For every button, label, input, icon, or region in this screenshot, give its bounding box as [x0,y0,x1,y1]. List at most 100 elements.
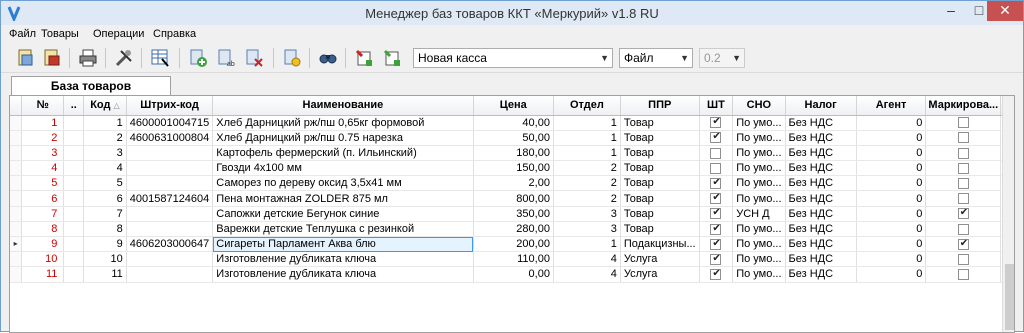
col-header-sno[interactable]: СНО [732,96,786,116]
cell-name[interactable]: Изготовление дубликата ключа [212,266,474,283]
table-row[interactable]: 11 11 Изготовление дубликата ключа 0,00 4 Усл… [10,266,1014,283]
cell-department[interactable]: 2 [553,190,621,207]
cell-ppr[interactable]: Товар [620,175,700,192]
checkbox-unchecked[interactable] [710,147,722,159]
export-icon[interactable] [353,47,375,69]
cell-ppr[interactable]: Услуга [620,251,700,268]
col-header-number[interactable]: № [21,96,65,116]
cell-barcode[interactable]: 4600631000804 [126,130,214,146]
cell-piece[interactable] [699,266,734,283]
cell-piece[interactable] [699,115,734,131]
cell-number[interactable]: 7 [21,206,65,222]
cell-marking[interactable] [925,160,1002,177]
cell-tax[interactable]: Без НДС [785,145,857,162]
menu-operations[interactable]: Операции [93,28,144,40]
cell-department[interactable]: 3 [553,221,621,238]
cell-sno[interactable]: По умо... [732,145,786,162]
table-row[interactable]: 8 8 Варежки детские Теплушка с резинкой 280… [10,221,1014,238]
cell-marking[interactable] [925,251,1002,268]
cell-department[interactable]: 1 [553,145,621,162]
cell-dots[interactable] [63,251,85,268]
cell-agent[interactable]: 0 [856,206,927,222]
row-indicator[interactable]: ▸ [10,236,23,253]
cell-price[interactable]: 280,00 [473,221,554,238]
add-item-icon[interactable] [187,47,209,69]
cell-ppr[interactable]: Товар [620,221,700,238]
cell-barcode[interactable] [126,145,214,162]
row-indicator[interactable] [10,221,23,238]
cell-agent[interactable]: 0 [856,160,927,177]
table-row[interactable]: 1 1 4600001004715 Хлеб Дарницкий рж/пш 0,65… [10,115,1014,131]
cell-name[interactable]: Сапожки детские Бегунок синие [212,206,474,222]
device-select[interactable]: Новая касса ▼ [413,48,613,68]
cell-dots[interactable] [63,236,85,253]
print-icon[interactable] [77,47,99,69]
cell-name[interactable]: Хлеб Дарницкий рж/пш 0,65кг формовой [212,115,474,131]
cell-barcode[interactable]: 4600001004715 [126,115,214,131]
products-grid[interactable]: № .. Код △ Штрих-код Наименование Цена От… [9,95,1015,333]
cell-price[interactable]: 150,00 [473,160,554,177]
cell-price[interactable]: 350,00 [473,206,554,222]
checkbox-checked[interactable] [710,176,722,190]
cell-marking[interactable] [925,266,1002,283]
cell-name[interactable]: Гвозди 4х100 мм [212,160,474,177]
cell-piece[interactable] [699,175,734,192]
cell-dots[interactable] [63,160,85,177]
table-row[interactable]: 7 7 Сапожки детские Бегунок синие 350,00 3 То… [10,206,1014,222]
cell-sno[interactable]: По умо... [732,130,786,146]
checkbox-checked[interactable] [710,252,722,266]
checkbox-checked[interactable] [957,206,969,220]
cell-agent[interactable]: 0 [856,115,927,131]
cell-marking[interactable] [925,190,1002,207]
cell-code[interactable]: 7 [83,206,127,222]
cell-tax[interactable]: Без НДС [785,206,857,222]
checkbox-checked[interactable] [957,237,969,251]
settings-icon[interactable] [281,47,303,69]
checkbox-unchecked[interactable] [957,132,969,144]
table-row[interactable]: 6 6 4001587124604 Пена монтажная ZOLDER 875… [10,190,1014,207]
cell-department[interactable]: 3 [553,206,621,222]
cell-piece[interactable] [699,236,734,253]
source-select[interactable]: Файл ▼ [619,48,693,68]
cell-sno[interactable]: По умо... [732,221,786,238]
checkbox-unchecked[interactable] [710,162,722,174]
cell-dots[interactable] [63,190,85,207]
cell-number[interactable]: 3 [21,145,65,162]
table-row[interactable]: 10 10 Изготовление дубликата ключа 110,00 4 У… [10,251,1014,268]
cell-agent[interactable]: 0 [856,145,927,162]
cell-tax[interactable]: Без НДС [785,130,857,146]
cell-dots[interactable] [63,145,85,162]
checkbox-checked[interactable] [710,191,722,205]
checkbox-unchecked[interactable] [957,147,969,159]
cell-marking[interactable] [925,130,1002,146]
row-indicator[interactable] [10,175,23,192]
cell-dots[interactable] [63,206,85,222]
cell-sno[interactable]: По умо... [732,236,786,253]
cell-department[interactable]: 1 [553,130,621,146]
cell-number[interactable]: 4 [21,160,65,177]
cell-sno[interactable]: По умо... [732,190,786,207]
menu-file[interactable]: Файл [9,28,36,40]
cell-department[interactable]: 4 [553,266,621,283]
cell-ppr[interactable]: Товар [620,160,700,177]
cell-agent[interactable]: 0 [856,236,927,253]
cell-ppr[interactable]: Товар [620,145,700,162]
menu-products[interactable]: Товары [41,28,79,40]
cell-department[interactable]: 4 [553,251,621,268]
col-header-code[interactable]: Код △ [83,96,127,116]
cell-ppr[interactable]: Услуга [620,266,700,283]
cell-barcode[interactable] [126,266,214,283]
cell-marking[interactable] [925,115,1002,131]
col-header-barcode[interactable]: Штрих-код [126,96,214,116]
cell-tax[interactable]: Без НДС [785,175,857,192]
cell-name[interactable]: Картофель фермерский (п. Ильинский) [212,145,474,162]
cell-agent[interactable]: 0 [856,221,927,238]
vertical-scrollbar[interactable] [1002,96,1014,332]
checkbox-checked[interactable] [710,130,722,144]
row-indicator[interactable] [10,190,23,207]
cell-tax[interactable]: Без НДС [785,221,857,238]
checkbox-unchecked[interactable] [957,269,969,281]
cell-marking[interactable] [925,175,1002,192]
cell-sno[interactable]: По умо... [732,266,786,283]
col-header-ppr[interactable]: ППР [620,96,700,116]
